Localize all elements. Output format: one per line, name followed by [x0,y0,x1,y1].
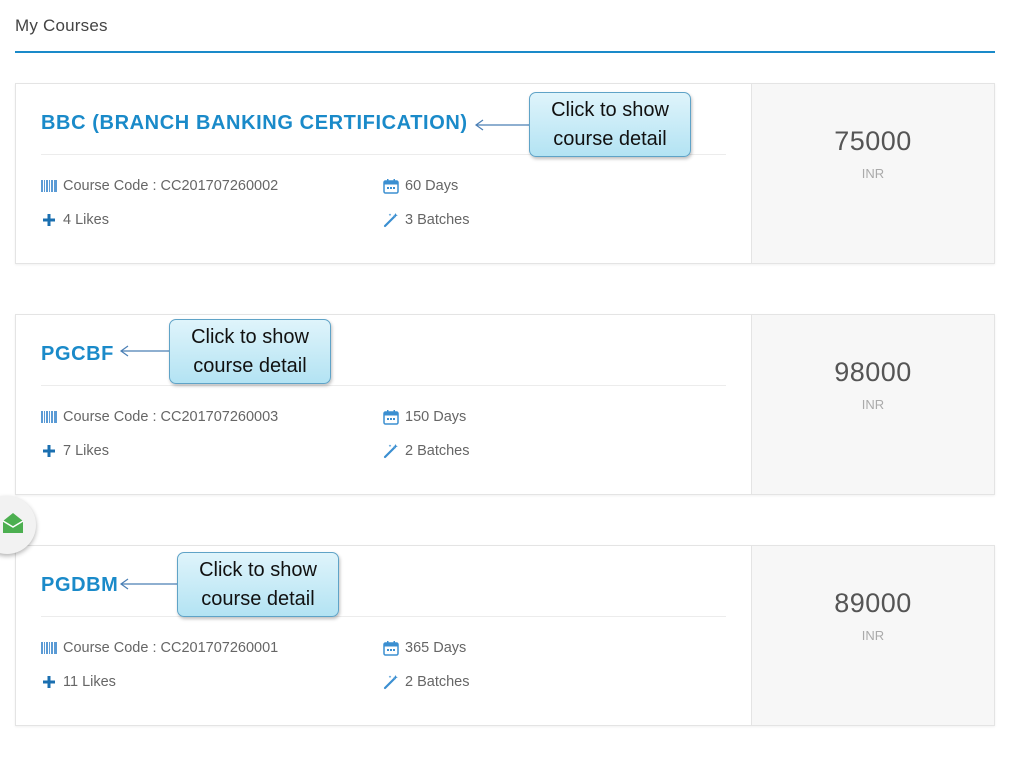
course-batches: 2 Batches [383,443,470,459]
batches-text: 2 Batches [405,674,470,690]
course-card-main: PGDBM Course Code : CC201707260001 11 Li… [16,546,751,725]
course-card-main: PGCBF Course Code : CC201707260003 7 Lik… [16,315,751,494]
course-batches: 3 Batches [383,212,470,228]
barcode-icon [41,409,57,425]
callout-line: Click to show [191,326,309,348]
course-price-panel: 75000 INR [751,84,994,263]
course-code-text: Course Code : CC201707260001 [63,640,279,656]
course-card: PGDBM Course Code : CC201707260001 11 Li… [15,545,995,726]
course-card: PGCBF Course Code : CC201707260003 7 Lik… [15,314,995,495]
course-batches: 2 Batches [383,674,470,690]
course-currency: INR [861,397,885,412]
duration-text: 150 Days [405,409,467,425]
course-duration: 365 Days [383,640,466,656]
course-code: Course Code : CC201707260003 [41,409,278,425]
divider [41,616,726,617]
course-code: Course Code : CC201707260002 [41,178,278,194]
callout-line: course detail [201,588,315,610]
divider [41,385,726,386]
callout-line: Click to show [199,559,317,581]
envelope-icon [2,512,24,539]
callout-tooltip: Click to show course detail [529,92,691,157]
course-likes[interactable]: 7 Likes [41,443,109,459]
likes-text: 7 Likes [63,443,109,459]
plus-icon [41,443,57,459]
course-price: 98000 [834,357,912,387]
callout-arrow [119,345,171,357]
callout-line: course detail [553,128,667,150]
callout-tooltip: Click to show course detail [177,552,339,617]
course-price: 75000 [834,126,912,156]
calendar-icon [383,178,399,194]
plus-icon [41,212,57,228]
course-card: BBC (BRANCH BANKING CERTIFICATION) Cours… [15,83,995,264]
batches-text: 3 Batches [405,212,470,228]
callout-line: Click to show [551,99,669,121]
course-code-text: Course Code : CC201707260002 [63,178,279,194]
magic-wand-icon [383,443,399,459]
magic-wand-icon [383,212,399,228]
course-duration: 150 Days [383,409,466,425]
course-code-text: Course Code : CC201707260003 [63,409,279,425]
callout-line: course detail [193,355,307,377]
plus-icon [41,674,57,690]
barcode-icon [41,178,57,194]
course-price-panel: 98000 INR [751,315,994,494]
batches-text: 2 Batches [405,443,470,459]
course-currency: INR [861,628,885,643]
course-title-link[interactable]: PGCBF [41,343,114,366]
course-title-link[interactable]: BBC (BRANCH BANKING CERTIFICATION) [41,112,468,135]
course-price-panel: 89000 INR [751,546,994,725]
callout-arrow [474,119,530,131]
magic-wand-icon [383,674,399,690]
duration-text: 60 Days [405,178,459,194]
section-header: My Courses [15,16,995,53]
course-likes[interactable]: 11 Likes [41,674,116,690]
course-duration: 60 Days [383,178,458,194]
course-title-link[interactable]: PGDBM [41,574,118,597]
likes-text: 4 Likes [63,212,109,228]
course-code: Course Code : CC201707260001 [41,640,278,656]
likes-text: 11 Likes [63,674,116,690]
callout-arrow [119,578,179,590]
course-currency: INR [861,166,885,181]
page-title: My Courses [15,16,108,35]
course-likes[interactable]: 4 Likes [41,212,109,228]
duration-text: 365 Days [405,640,467,656]
barcode-icon [41,640,57,656]
callout-tooltip: Click to show course detail [169,319,331,384]
course-price: 89000 [834,588,912,618]
calendar-icon [383,409,399,425]
calendar-icon [383,640,399,656]
